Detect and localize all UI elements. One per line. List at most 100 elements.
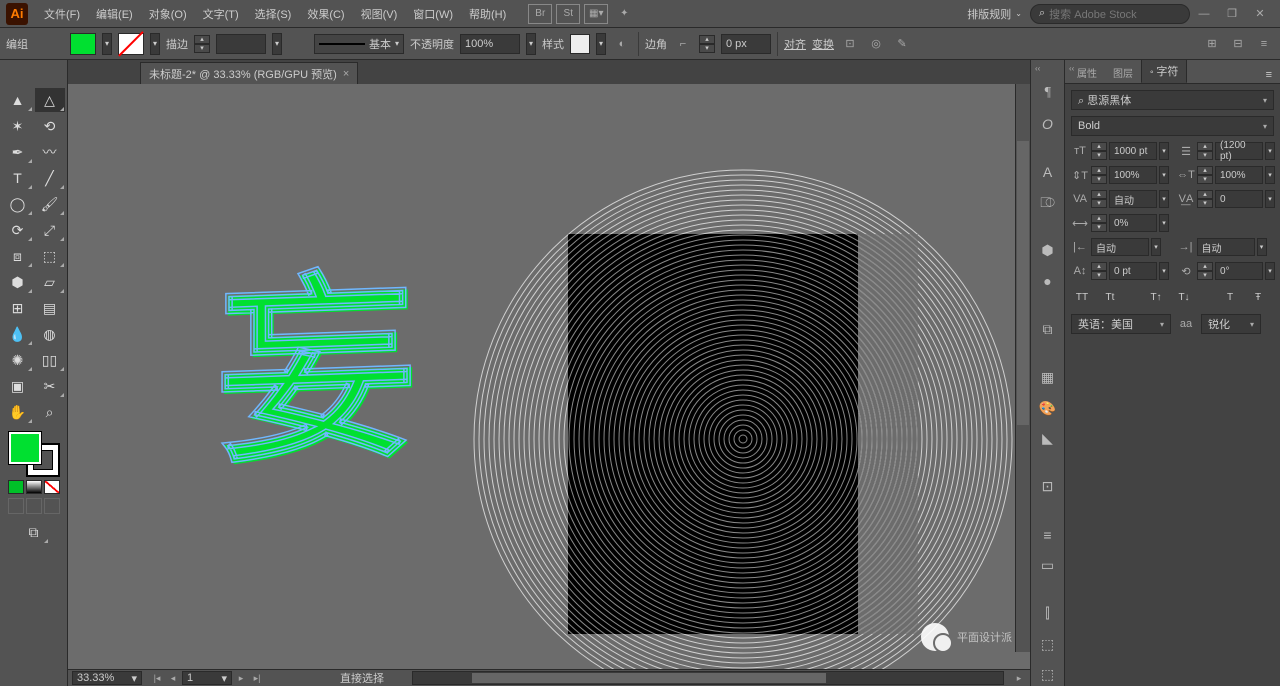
close-button[interactable]: ✕ [1248, 4, 1272, 24]
document-tab[interactable]: 未标题-2* @ 33.33% (RGB/GPU 预览) × [140, 62, 358, 84]
last-artboard[interactable]: ▸| [250, 671, 264, 685]
stroke-weight-stepper[interactable]: ▴▾ [194, 35, 210, 53]
hand-tool[interactable]: ✋ [3, 400, 33, 424]
zoom-tool[interactable]: ⌕ [35, 400, 65, 424]
color-panel-icon[interactable]: ● [1034, 270, 1062, 293]
menu-window[interactable]: 窗口(W) [405, 0, 461, 27]
panel-menu-icon[interactable]: ≡ [1262, 67, 1276, 83]
slice-tool[interactable]: ✂ [35, 374, 65, 398]
tracking-field[interactable]: V͟A▴▾0▾ [1177, 190, 1275, 208]
menu-edit[interactable]: 编辑(E) [88, 0, 141, 27]
perspective-tool[interactable]: ▱ [35, 270, 65, 294]
draw-behind[interactable] [26, 498, 42, 514]
symbols-panel-icon[interactable]: ◣ [1034, 427, 1062, 450]
baseline-pct-field[interactable]: ⟷▴▾0%▾ [1071, 214, 1169, 232]
vertical-scrollbar[interactable] [1015, 84, 1030, 652]
tab-layers[interactable]: 图层 [1105, 62, 1141, 83]
font-size-field[interactable]: тT▴▾1000 pt▾ [1071, 142, 1169, 160]
transform-panel-icon-strip[interactable]: ⊡ [1034, 475, 1062, 498]
magic-wand-tool[interactable]: ✶ [3, 114, 33, 138]
menu-file[interactable]: 文件(F) [36, 0, 88, 27]
color-picker[interactable] [9, 432, 59, 476]
blend-tool[interactable]: ◍ [35, 322, 65, 346]
isolate-icon[interactable]: ⊡ [840, 34, 860, 54]
corner-type-icon[interactable]: ⌐ [673, 34, 693, 54]
align-label[interactable]: 对齐 [784, 36, 806, 52]
small-caps-button[interactable]: Tt [1099, 288, 1121, 306]
scale-tool[interactable]: ⤢ [35, 218, 65, 242]
strikethrough-button[interactable]: Ŧ [1247, 288, 1269, 306]
stroke-weight-input[interactable] [216, 34, 266, 54]
eyedropper-tool[interactable]: 💧 [3, 322, 33, 346]
tabs-panel-icon[interactable]: ⎄ [1034, 191, 1062, 214]
artboards-panel-icon[interactable]: ⬚ [1034, 663, 1062, 686]
lasso-tool[interactable]: ⟲ [35, 114, 65, 138]
pathfinder-panel-icon[interactable]: ⬚ [1034, 633, 1062, 656]
language-select[interactable]: 英语：美国▾ [1071, 314, 1171, 334]
underline-button[interactable]: T [1219, 288, 1241, 306]
glyphs-panel-icon[interactable]: A [1034, 161, 1062, 184]
recolor-icon[interactable]: ◐ [612, 34, 632, 54]
panel-menu-icon[interactable]: ≡ [1254, 34, 1274, 54]
all-caps-button[interactable]: TT [1071, 288, 1093, 306]
artboard-tool[interactable]: ▣ [3, 374, 33, 398]
type-tool[interactable]: T [3, 166, 33, 190]
minimize-button[interactable]: — [1192, 4, 1216, 24]
menu-help[interactable]: 帮助(H) [461, 0, 514, 27]
color-guide-panel-icon[interactable]: 🎨 [1034, 397, 1062, 420]
superscript-button[interactable]: T↑ [1145, 288, 1167, 306]
mesh-tool[interactable]: ⊞ [3, 296, 33, 320]
curvature-tool[interactable]: 〰 [35, 140, 65, 164]
leading-field[interactable]: ☰▴▾(1200 pt)▾ [1177, 142, 1275, 160]
mask-icon[interactable]: ◎ [866, 34, 886, 54]
style-swatch[interactable] [570, 34, 590, 54]
collapse-toggle-2[interactable]: ‹‹ [1069, 64, 1074, 73]
zoom-dropdown[interactable]: 33.33%▾ [72, 671, 142, 685]
line-tool[interactable]: ╱ [35, 166, 65, 190]
ellipse-tool[interactable]: ◯ [3, 192, 33, 216]
paragraph-panel-icon[interactable]: ¶ [1034, 82, 1062, 105]
opacity-input[interactable]: 100% [460, 34, 520, 54]
appearance-panel-icon[interactable]: ⬢ [1034, 239, 1062, 262]
column-graph-tool[interactable]: ▯▯ [35, 348, 65, 372]
menu-object[interactable]: 对象(O) [141, 0, 195, 27]
stroke-panel-icon[interactable]: ≡ [1034, 523, 1062, 546]
gradient-panel-icon[interactable]: ▭ [1034, 554, 1062, 577]
subscript-button[interactable]: T↓ [1173, 288, 1195, 306]
menu-select[interactable]: 选择(S) [247, 0, 300, 27]
stroke-swatch[interactable] [118, 33, 144, 55]
rotate-tool[interactable]: ⟳ [3, 218, 33, 242]
gradient-tool[interactable]: ▤ [35, 296, 65, 320]
rotation-field[interactable]: ⟲▴▾0°▾ [1177, 262, 1275, 280]
symbol-sprayer-tool[interactable]: ✺ [3, 348, 33, 372]
fill-color[interactable] [9, 432, 41, 464]
collapse-toggle-1[interactable]: ‹‹ [1035, 64, 1040, 73]
opentype-panel-icon[interactable]: O [1034, 113, 1062, 136]
direct-selection-tool[interactable]: △ [35, 88, 65, 112]
edit-contents-icon[interactable]: ✎ [892, 34, 912, 54]
hscale-field[interactable]: ⇔T▴▾100%▾ [1177, 166, 1275, 184]
mini-swatch-none[interactable] [44, 480, 60, 494]
gpu-icon[interactable]: ✦ [612, 4, 636, 24]
baseline-shift-field[interactable]: A↕▴▾0 pt▾ [1071, 262, 1169, 280]
aki-left-field[interactable]: |←自动▾ [1071, 238, 1169, 256]
tab-close-icon[interactable]: × [343, 68, 349, 80]
first-artboard[interactable]: |◂ [150, 671, 164, 685]
restore-button[interactable]: ❐ [1220, 4, 1244, 24]
corner-stepper[interactable]: ▴▾ [699, 35, 715, 53]
horizontal-scrollbar[interactable] [412, 671, 1004, 685]
corner-input[interactable]: 0 px [721, 34, 771, 54]
stroke-dropdown[interactable]: ▾ [150, 33, 160, 55]
align-panel-icon-strip[interactable]: ⫿ [1034, 602, 1062, 625]
shape-builder-tool[interactable]: ⬢ [3, 270, 33, 294]
font-style-select[interactable]: Bold▾ [1071, 116, 1274, 136]
transform-panel-icon[interactable]: ⊟ [1228, 34, 1248, 54]
bridge-icon[interactable]: Br [528, 4, 552, 24]
next-artboard[interactable]: ▸ [234, 671, 248, 685]
draw-inside[interactable] [44, 498, 60, 514]
vscale-field[interactable]: ⇕T▴▾100%▾ [1071, 166, 1169, 184]
stroke-profile[interactable]: 基本▾ [314, 34, 404, 54]
tab-character[interactable]: ◦ 字符 [1141, 59, 1187, 83]
pen-tool[interactable]: ✒ [3, 140, 33, 164]
libraries-panel-icon[interactable]: ⧉ [1034, 318, 1062, 341]
